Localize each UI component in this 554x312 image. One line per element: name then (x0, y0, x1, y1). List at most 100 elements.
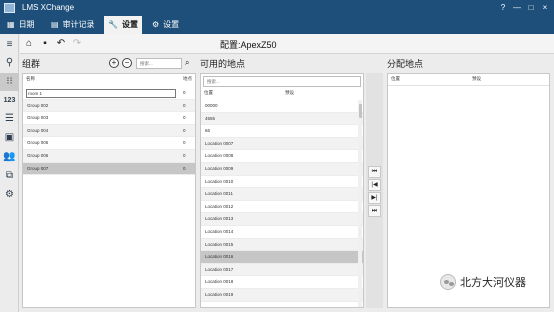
left-sidebar: ≡ ⚲ ⁝⁝ 123 ☰ ▣ 👥 ⧉ ⚙ (0, 34, 19, 312)
toolbar: ⌂ ▪ ↶ ↷ 配置:ApexZ50 (20, 34, 554, 54)
location-name: Location 0016 (205, 254, 234, 260)
undo-icon[interactable]: ↶ (54, 37, 68, 51)
add-group-button[interactable]: + (109, 58, 119, 68)
device-icon[interactable]: ▣ (0, 129, 19, 147)
list-item[interactable]: Location 0015 (201, 238, 363, 252)
menu-item-settings[interactable]: ⚙ 设置 (148, 16, 183, 34)
list-item[interactable]: Location 0017 (201, 263, 363, 277)
save-icon[interactable]: ▪ (38, 37, 52, 51)
menu-item-date-label: 日期 (18, 20, 35, 29)
assigned-col-reserved[interactable]: 预设 (472, 76, 481, 82)
help-icon[interactable]: ? (497, 2, 509, 14)
numeric-icon[interactable]: 123 (0, 92, 19, 110)
available-locations-title: 可用的地点 (200, 59, 246, 69)
hamburger-menu-icon[interactable]: ≡ (0, 36, 19, 54)
available-search-box[interactable] (203, 76, 361, 87)
available-locations-table: 位置 预设 00000 4555 66 Location 0007 Locati… (200, 73, 364, 308)
app-logo-icon (4, 3, 15, 13)
location-name: Location 0017 (205, 266, 234, 272)
location-name: Location 0010 (205, 178, 234, 184)
minimize-button[interactable]: — (511, 2, 523, 14)
location-name: Location 0012 (205, 203, 234, 209)
table-row[interactable]: Group 004 0 (23, 124, 195, 138)
move-right-button[interactable]: ▶| (368, 192, 381, 204)
menu-bar: ▦ 日期 ▤ 审计记录 🔧 设置 ⚙ 设置 (0, 16, 554, 34)
table-row[interactable]: Group 003 0 (23, 112, 195, 125)
groups-col-count[interactable]: 地点 (183, 76, 192, 82)
groups-panel-title: 组群 (22, 59, 41, 69)
list-item[interactable]: Location 0007 (201, 137, 363, 151)
settings-gear-icon[interactable]: ⚙ (0, 186, 19, 204)
menu-item-audit-log-label: 审计记录 (62, 20, 95, 29)
maximize-button[interactable]: □ (525, 2, 537, 14)
group-name: Group 007 (27, 165, 49, 171)
list-item[interactable]: Location 0012 (201, 201, 363, 214)
group-name: Group 004 (27, 127, 49, 133)
available-col-reserved[interactable]: 预设 (285, 90, 294, 96)
location-name: Location 0011 (205, 191, 233, 197)
groups-table: 名称 地点 room 1 0 Group 002 0 Group 003 0 G… (22, 73, 196, 308)
location-name: Location 0007 (205, 140, 234, 146)
list-item[interactable]: 00000 (201, 100, 363, 113)
list-item[interactable]: Location 0011 (201, 188, 363, 201)
location-name: Location 0008 (205, 153, 234, 159)
location-name: 66 (205, 128, 211, 134)
table-row[interactable]: Group 007 0 (23, 162, 195, 176)
table-row[interactable]: room 1 0 (23, 87, 195, 100)
groups-search-input[interactable] (140, 59, 181, 68)
watermark-text: 北方大河仪器 (460, 277, 526, 289)
redo-icon[interactable]: ↷ (70, 37, 84, 51)
assigned-header-divider (388, 85, 549, 86)
location-name: Location 0014 (205, 229, 234, 234)
list-item[interactable]: Location 0014 (201, 226, 363, 239)
menu-item-date[interactable]: ▦ 日期 (3, 16, 39, 34)
gear-icon: ⚙ (152, 20, 160, 29)
move-all-right-button[interactable]: ⏭ (368, 205, 381, 217)
remove-group-button[interactable]: − (122, 58, 132, 68)
group-count: 0 (183, 140, 186, 146)
groups-search-box[interactable] (136, 58, 182, 69)
group-name: Group 006 (27, 153, 49, 158)
list-item[interactable]: Location 0018 (201, 276, 363, 289)
available-col-location[interactable]: 位置 (204, 90, 213, 96)
close-button[interactable]: × (539, 2, 551, 14)
people-icon[interactable]: 👥 (0, 148, 19, 166)
transfer-button-strip: ⏮ |◀ ▶| ⏭ (366, 73, 383, 308)
table-row[interactable]: Group 002 0 (23, 99, 195, 113)
menu-item-settings-config[interactable]: 🔧 设置 (104, 16, 142, 34)
list-item[interactable]: 66 (201, 125, 363, 138)
list-item[interactable]: Location 0010 (201, 176, 363, 189)
move-left-button[interactable]: |◀ (368, 179, 381, 191)
list-item[interactable]: Location 0019 (201, 289, 363, 302)
move-all-left-button[interactable]: ⏮ (368, 166, 381, 178)
list-item[interactable]: Location 0016 (201, 251, 363, 264)
available-scroll-thumb[interactable] (359, 104, 362, 118)
group-link-icon[interactable]: ⁝⁝ (0, 73, 19, 91)
app-title: LMS XChange (22, 3, 75, 12)
menu-item-audit-log[interactable]: ▤ 审计记录 (47, 16, 99, 34)
available-search-input[interactable] (207, 77, 360, 86)
table-row[interactable]: Group 006 0 (23, 150, 195, 163)
network-icon[interactable]: ⧉ (0, 167, 19, 185)
list-item[interactable]: Location 0008 (201, 150, 363, 163)
group-count: 0 (183, 102, 186, 108)
title-bar: LMS XChange ? — □ × (0, 0, 554, 16)
available-scrollbar[interactable] (358, 100, 362, 307)
group-count: 0 (183, 165, 186, 171)
group-name-edit-field[interactable]: room 1 (26, 89, 176, 98)
list-edit-icon[interactable]: ☰ (0, 110, 19, 128)
groups-col-name[interactable]: 名称 (26, 76, 35, 82)
watermark: 北方大河仪器 (440, 274, 526, 290)
menu-item-settings-label: 设置 (163, 20, 180, 29)
list-item[interactable]: 4555 (201, 112, 363, 126)
wrench-icon: 🔧 (108, 20, 118, 29)
home-icon[interactable]: ⌂ (22, 37, 36, 51)
assigned-locations-table: 位置 预设 (387, 73, 550, 308)
groups-search-icon[interactable]: ⌕ (185, 58, 189, 68)
list-item[interactable]: Location 0013 (201, 213, 363, 226)
location-pin-icon[interactable]: ⚲ (0, 54, 19, 72)
location-name: Location 0009 (205, 166, 234, 171)
assigned-col-location[interactable]: 位置 (391, 76, 400, 82)
table-row[interactable]: Group 005 0 (23, 137, 195, 150)
list-item[interactable]: Location 0009 (201, 163, 363, 176)
